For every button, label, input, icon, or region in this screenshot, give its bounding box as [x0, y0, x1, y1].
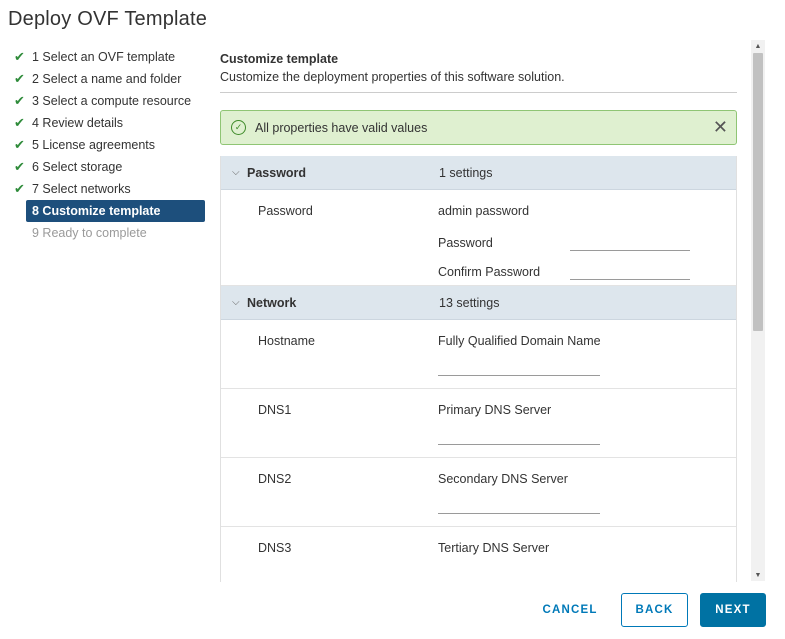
property-description: Tertiary DNS Server	[438, 541, 550, 555]
page-description: Customize the deployment properties of t…	[220, 70, 737, 93]
alert-text: All properties have valid values	[255, 120, 428, 135]
step-customize-template[interactable]: 8 Customize template	[26, 200, 205, 222]
scroll-down-icon[interactable]: ▼	[751, 569, 765, 581]
properties-grid: ⌵ Password 1 settings Password admin pas…	[220, 156, 737, 582]
group-name: Network	[247, 295, 297, 310]
dns3-input[interactable]	[438, 565, 600, 582]
chevron-down-icon[interactable]: ⌵	[221, 297, 247, 308]
property-name: DNS3	[258, 541, 292, 555]
step-select-ovf-template[interactable]: ✔ 1 Select an OVF template	[10, 46, 205, 68]
group-row-network[interactable]: ⌵ Network 13 settings	[221, 286, 736, 320]
step-ready-to-complete: 9 Ready to complete	[10, 222, 205, 244]
property-name: Hostname	[258, 334, 315, 348]
property-row-dns3: DNS3 Tertiary DNS Server	[221, 527, 736, 582]
step-label: 6 Select storage	[32, 160, 123, 174]
step-label: 2 Select a name and folder	[32, 72, 182, 86]
property-name: DNS2	[258, 472, 292, 486]
property-name: DNS1	[258, 403, 292, 417]
dns2-input[interactable]	[438, 496, 600, 514]
group-row-password[interactable]: ⌵ Password 1 settings	[221, 156, 736, 190]
step-label: 3 Select a compute resource	[32, 94, 192, 108]
step-select-storage[interactable]: ✔ 6 Select storage	[10, 156, 205, 178]
check-icon: ✔	[14, 181, 25, 196]
property-description: Primary DNS Server	[438, 403, 552, 417]
scroll-up-icon[interactable]: ▲	[751, 40, 765, 52]
property-description: admin password	[438, 204, 530, 218]
property-row-dns2: DNS2 Secondary DNS Server	[221, 458, 736, 527]
property-row-password: Password admin password Password Confirm…	[221, 190, 736, 286]
check-icon: ✔	[14, 49, 25, 64]
property-row-dns1: DNS1 Primary DNS Server	[221, 389, 736, 458]
dns1-input[interactable]	[438, 427, 600, 445]
scrollbar-thumb[interactable]	[753, 53, 763, 331]
group-name: Password	[247, 165, 307, 180]
check-icon: ✔	[14, 93, 25, 108]
step-select-networks[interactable]: ✔ 7 Select networks	[10, 178, 205, 200]
property-description: Secondary DNS Server	[438, 472, 568, 486]
property-description: Fully Qualified Domain Name	[438, 334, 601, 348]
step-select-compute-resource[interactable]: ✔ 3 Select a compute resource	[10, 90, 205, 112]
check-icon: ✔	[14, 137, 25, 152]
group-count: 13 settings	[439, 295, 500, 310]
step-select-name-folder[interactable]: ✔ 2 Select a name and folder	[10, 68, 205, 90]
step-label: 7 Select networks	[32, 182, 131, 196]
property-name: Password	[258, 204, 313, 218]
check-icon: ✔	[14, 115, 25, 130]
password-input[interactable]	[570, 233, 690, 251]
check-icon: ✔	[14, 159, 25, 174]
check-circle-icon: ✓	[231, 120, 246, 135]
hostname-input[interactable]	[438, 358, 600, 376]
cancel-button[interactable]: CANCEL	[530, 593, 610, 627]
step-label: 8 Customize template	[32, 204, 161, 218]
step-label: 4 Review details	[32, 116, 124, 130]
step-label: 5 License agreements	[32, 138, 155, 152]
confirm-password-field-label: Confirm Password	[438, 265, 541, 279]
step-label: 9 Ready to complete	[32, 226, 147, 240]
chevron-down-icon[interactable]: ⌵	[221, 167, 247, 178]
close-icon[interactable]: ✕	[713, 118, 728, 136]
page-heading: Customize template	[220, 52, 339, 66]
group-count: 1 settings	[439, 165, 493, 180]
next-button[interactable]: NEXT	[700, 593, 766, 627]
dialog-title: Deploy OVF Template	[8, 8, 208, 30]
validation-alert: ✓ All properties have valid values ✕	[220, 110, 737, 145]
confirm-password-input[interactable]	[570, 262, 690, 280]
back-button[interactable]: BACK	[621, 593, 688, 627]
password-field-label: Password	[438, 236, 493, 250]
check-icon: ✔	[14, 71, 25, 86]
wizard-steps: ✔ 1 Select an OVF template ✔ 2 Select a na…	[10, 46, 205, 244]
vertical-scrollbar[interactable]: ▲ ▼	[751, 40, 765, 581]
property-row-hostname: Hostname Fully Qualified Domain Name	[221, 320, 736, 389]
main-content: Customize template Customize the deploym…	[220, 46, 737, 93]
step-label: 1 Select an OVF template	[32, 50, 176, 64]
step-review-details[interactable]: ✔ 4 Review details	[10, 112, 205, 134]
step-license-agreements[interactable]: ✔ 5 License agreements	[10, 134, 205, 156]
